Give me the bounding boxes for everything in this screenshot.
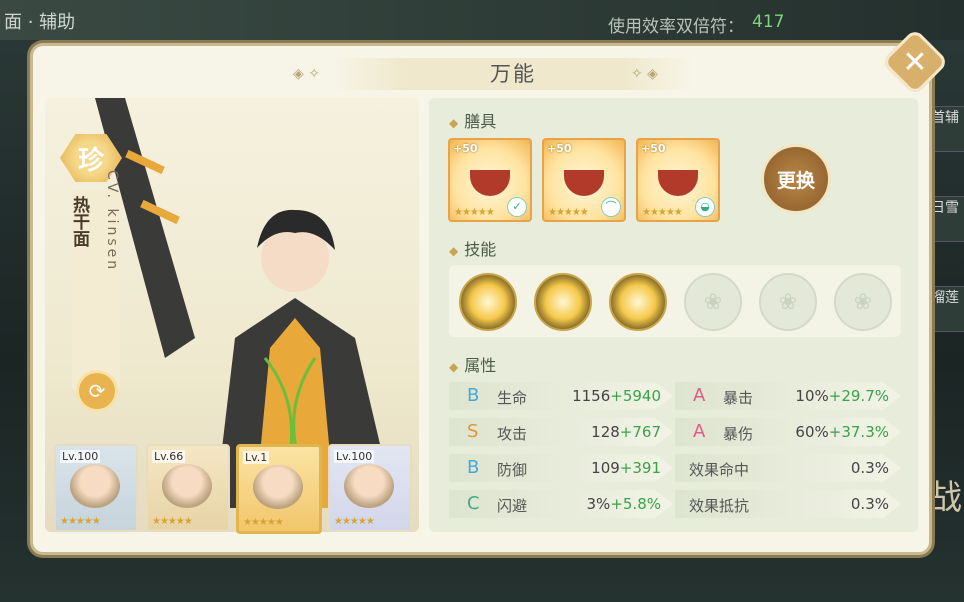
bg-battle-text: 战 [928, 478, 962, 518]
skill-bar: ❀ ❀ ❀ [449, 265, 901, 337]
stat-dodge: C 闪避 3%+5.8% [449, 490, 673, 518]
member-level: Lv.1 [243, 451, 270, 464]
stat-value: 1156+5940 [572, 387, 661, 405]
character-name: 热干面 [69, 196, 89, 247]
member-level: Lv.66 [152, 450, 186, 463]
member-level: Lv.100 [334, 450, 375, 463]
attributes-section-title: ◆ 属性 [449, 356, 497, 375]
member-stars: ★★★★★ [334, 516, 375, 527]
stat-defense: B 防御 109+391 [449, 454, 673, 482]
stat-value: 0.3% [850, 459, 889, 477]
voice-actor: CV. kinsen [104, 170, 120, 273]
stat-name: 闪避 [497, 497, 528, 515]
change-food-button[interactable]: 更换 [761, 144, 831, 214]
stat-effect-hit: 效果命中 0.3% [675, 454, 901, 482]
dish-icon [564, 170, 604, 196]
member-stars: ★★★★★ [152, 516, 193, 527]
stat-name: 效果命中 [689, 461, 750, 479]
food-bonus: +50 [453, 142, 478, 155]
stat-crit: A 暴击 10%+29.7% [675, 382, 901, 410]
diamond-icon: ◆ [449, 116, 459, 130]
dish-icon [658, 170, 698, 196]
team-selector: Lv.100 ★★★★★ Lv.66 ★★★★★ Lv.1 ★★★★★ Lv.1… [54, 444, 414, 534]
stat-row: B 生命 1156+5940 A 暴击 10%+29.7% [449, 382, 901, 410]
team-member-card-selected[interactable]: Lv.1 ★★★★★ [236, 444, 322, 534]
food-slot[interactable]: +50 ★★★★★ ⌒ [542, 138, 626, 222]
member-avatar [344, 464, 394, 508]
food-bonus: +50 [547, 142, 572, 155]
double-ticket-label: 使用效率双倍符： [608, 17, 744, 37]
stat-value: 60%+37.3% [795, 423, 889, 441]
food-section-title: ◆ 膳具 [449, 112, 497, 131]
skill-icon[interactable] [609, 273, 667, 331]
diamond-icon: ◆ [449, 244, 459, 258]
close-icon: ✕ [902, 44, 928, 80]
stat-grade: B [467, 385, 480, 406]
stat-crit-damage: A 暴伤 60%+37.3% [675, 418, 901, 446]
locked-skill-fan-icon[interactable]: ❀ [834, 273, 892, 331]
stat-name: 生命 [497, 389, 528, 407]
food-stars: ★★★★★ [642, 207, 683, 218]
dish-icon [470, 170, 510, 196]
food-type-icon: ⌒ [601, 197, 621, 217]
food-slot[interactable]: +50 ★★★★★ ✓ [448, 138, 532, 222]
swap-character-button[interactable]: ⟳ [76, 370, 118, 412]
skill-icon[interactable] [459, 273, 517, 331]
member-level: Lv.100 [60, 450, 101, 463]
refresh-icon: ⟳ [88, 379, 106, 403]
member-stars: ★★★★★ [60, 516, 101, 527]
stat-name: 效果抵抗 [689, 497, 750, 515]
stat-name: 暴伤 [723, 425, 754, 443]
food-stars: ★★★★★ [548, 207, 589, 218]
food-type-icon: ✓ [507, 197, 527, 217]
skills-section-title: ◆ 技能 [449, 240, 497, 259]
team-member-card[interactable]: Lv.100 ★★★★★ [328, 444, 412, 532]
team-member-card[interactable]: Lv.66 ★★★★★ [146, 444, 230, 532]
bg-right-item[interactable]: 榴莲 [930, 286, 964, 332]
stat-value: 3%+5.8% [586, 495, 661, 513]
member-avatar [70, 464, 120, 508]
close-button[interactable]: ✕ [881, 28, 949, 96]
food-type-icon: ◒ [695, 197, 715, 217]
stat-row: S 攻击 128+767 A 暴伤 60%+37.3% [449, 418, 901, 446]
detail-panel: ◆ 膳具 +50 ★★★★★ ✓ +50 ★★★★★ ⌒ +50 ★★★★★ ◒ … [429, 98, 918, 532]
stat-row: B 防御 109+391 效果命中 0.3% [449, 454, 901, 482]
member-avatar [162, 464, 212, 508]
team-member-card[interactable]: Lv.100 ★★★★★ [54, 444, 138, 532]
double-ticket-count: 417 [752, 12, 785, 32]
bg-right-item[interactable]: 日雪 [930, 196, 964, 242]
top-bar: 面 · 辅助 使用效率双倍符： 417 [0, 0, 964, 40]
stat-hp: B 生命 1156+5940 [449, 382, 673, 410]
stat-name: 暴击 [723, 389, 754, 407]
food-bonus: +50 [641, 142, 666, 155]
stat-attack: S 攻击 128+767 [449, 418, 673, 446]
stat-grade: S [467, 421, 479, 442]
stat-value: 10%+29.7% [795, 387, 889, 405]
food-slot[interactable]: +50 ★★★★★ ◒ [636, 138, 720, 222]
stat-effect-resist: 效果抵抗 0.3% [675, 490, 901, 518]
title-ornament-left: ◈ ✧ [293, 66, 320, 82]
skill-icon[interactable] [534, 273, 592, 331]
title-ornament-right: ✧ ◈ [631, 66, 658, 82]
top-left-text: 面 · 辅助 [4, 12, 76, 33]
stat-value: 128+767 [591, 423, 661, 441]
stat-value: 0.3% [850, 495, 889, 513]
member-avatar [253, 465, 303, 509]
diamond-icon: ◆ [449, 360, 459, 374]
stat-grade: A [693, 421, 706, 442]
stat-grade: B [467, 457, 480, 478]
stat-grade: C [467, 493, 480, 514]
stat-grade: A [693, 385, 706, 406]
stat-name: 防御 [497, 461, 528, 479]
stat-name: 攻击 [497, 425, 528, 443]
stat-row: C 闪避 3%+5.8% 效果抵抗 0.3% [449, 490, 901, 518]
bg-right-item[interactable]: 首辅 [930, 106, 964, 152]
stat-value: 109+391 [591, 459, 661, 477]
food-stars: ★★★★★ [454, 207, 495, 218]
locked-skill-fan-icon[interactable]: ❀ [684, 273, 742, 331]
member-stars: ★★★★★ [243, 517, 284, 528]
locked-skill-fan-icon[interactable]: ❀ [759, 273, 817, 331]
